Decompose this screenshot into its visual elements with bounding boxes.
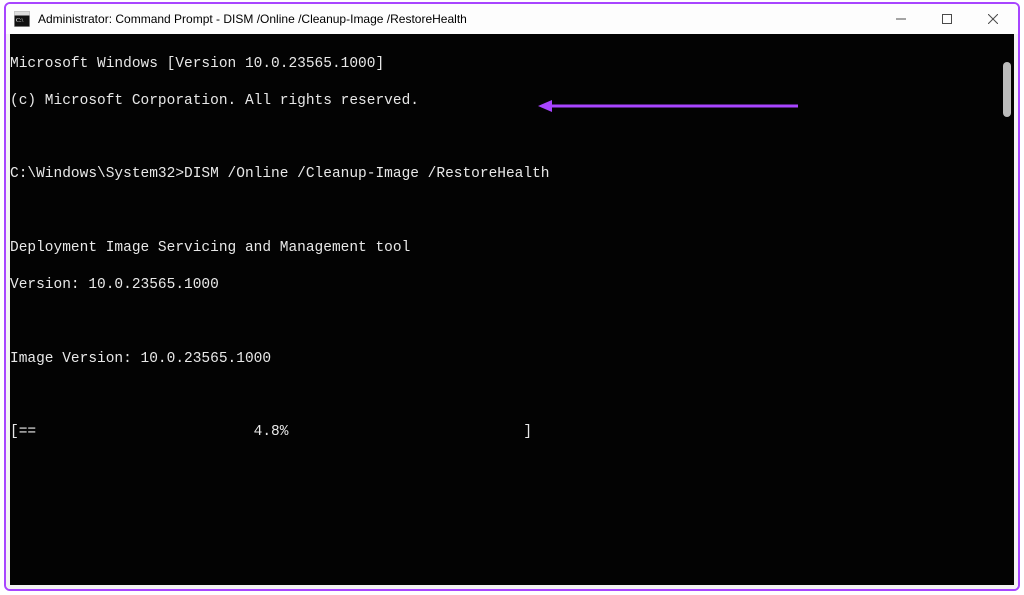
term-line xyxy=(10,313,1014,331)
svg-text:C:\: C:\ xyxy=(16,18,24,24)
window-controls xyxy=(878,4,1016,34)
term-line: Microsoft Windows [Version 10.0.23565.10… xyxy=(10,55,1014,74)
vertical-scrollbar[interactable] xyxy=(998,34,1014,585)
term-line xyxy=(10,129,1014,147)
window-title: Administrator: Command Prompt - DISM /On… xyxy=(38,12,878,26)
titlebar[interactable]: C:\ Administrator: Command Prompt - DISM… xyxy=(6,4,1018,34)
scrollbar-thumb[interactable] xyxy=(1003,62,1011,117)
term-prompt-line: C:\Windows\System32>DISM /Online /Cleanu… xyxy=(10,165,1014,184)
command-prompt-window: C:\ Administrator: Command Prompt - DISM… xyxy=(4,2,1020,591)
term-progress-line: [== 4.8% ] xyxy=(10,423,1014,442)
terminal-output[interactable]: Microsoft Windows [Version 10.0.23565.10… xyxy=(10,34,1014,585)
term-line: Version: 10.0.23565.1000 xyxy=(10,276,1014,295)
term-line: Deployment Image Servicing and Managemen… xyxy=(10,239,1014,258)
cmd-icon: C:\ xyxy=(14,11,30,27)
maximize-button[interactable] xyxy=(924,4,970,34)
term-line: Image Version: 10.0.23565.1000 xyxy=(10,350,1014,369)
term-line xyxy=(10,202,1014,220)
term-line: (c) Microsoft Corporation. All rights re… xyxy=(10,92,1014,111)
term-line xyxy=(10,387,1014,405)
close-button[interactable] xyxy=(970,4,1016,34)
minimize-button[interactable] xyxy=(878,4,924,34)
terminal-frame: Microsoft Windows [Version 10.0.23565.10… xyxy=(6,34,1018,589)
